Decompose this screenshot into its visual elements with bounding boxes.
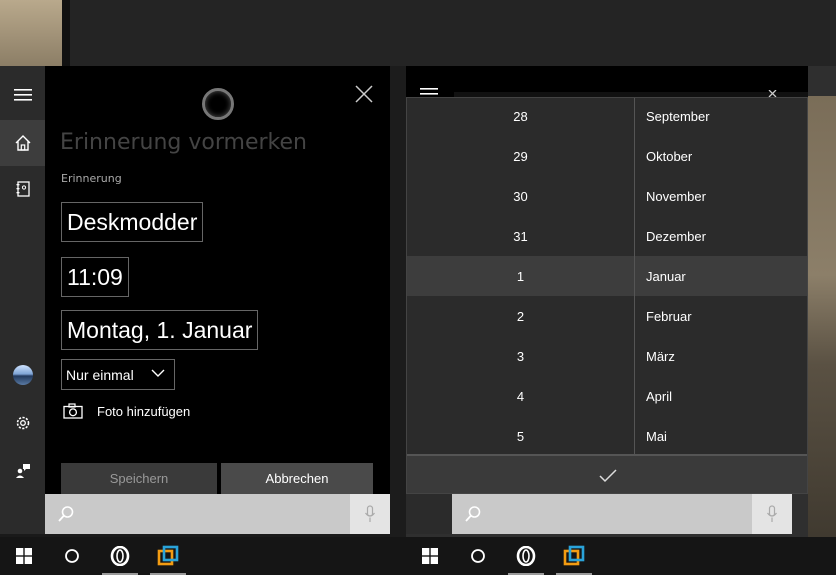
taskbar-opera[interactable]	[96, 537, 144, 575]
month-item[interactable]: April	[635, 376, 807, 416]
day-item[interactable]: 28	[407, 98, 634, 136]
feedback-icon	[15, 464, 30, 478]
search-icon	[58, 506, 74, 522]
sidebar-stub	[406, 494, 452, 534]
sidebar-item-notebook[interactable]	[0, 166, 45, 212]
sidebar-item-home[interactable]	[0, 120, 45, 166]
day-item[interactable]: 4	[407, 376, 634, 416]
microphone-icon	[767, 505, 777, 522]
reminder-date-field[interactable]: Montag, 1. Januar	[61, 310, 259, 350]
close-icon	[768, 90, 777, 97]
taskbar	[0, 537, 406, 575]
start-button[interactable]	[406, 537, 454, 575]
desktop-wallpaper-strip	[62, 0, 70, 66]
start-button[interactable]	[0, 537, 48, 575]
reminder-title-field[interactable]: Deskmodder	[61, 202, 204, 242]
checkmark-icon	[599, 468, 617, 482]
microphone-icon	[365, 505, 375, 522]
sidebar-item-settings[interactable]	[0, 400, 45, 446]
notebook-icon	[16, 181, 30, 197]
cortana-sidebar	[0, 66, 45, 544]
month-item[interactable]: Mai	[635, 416, 807, 456]
month-item[interactable]: März	[635, 336, 807, 376]
desktop-wallpaper-photo	[808, 96, 836, 544]
month-item[interactable]: Februar	[635, 296, 807, 336]
search-icon	[465, 506, 481, 522]
home-icon	[15, 135, 30, 151]
repeat-dropdown[interactable]: Nur einmal	[61, 359, 175, 390]
reminder-panel: Erinnerung vormerken Erinnerung Deskmodd…	[45, 66, 390, 494]
cortana-circle-icon	[471, 549, 485, 563]
day-item[interactable]: 31	[407, 216, 634, 256]
month-column[interactable]: September Oktober November Dezember Januar Fe…	[635, 98, 807, 456]
day-item[interactable]: 5	[407, 416, 634, 456]
day-item-selected[interactable]: 1	[407, 256, 634, 296]
vmware-icon	[563, 545, 585, 566]
windows-start-icon	[422, 548, 438, 564]
opera-icon	[516, 546, 536, 566]
cortana-circle-icon	[65, 549, 79, 563]
taskbar-vmware[interactable]	[144, 537, 192, 575]
cortana-ring-icon	[202, 88, 234, 120]
microphone-button[interactable]	[752, 494, 792, 534]
avatar	[12, 365, 33, 385]
sidebar-item-feedback[interactable]	[0, 448, 45, 494]
section-label: Erinnerung	[61, 172, 122, 185]
reminder-heading: Erinnerung vormerken	[60, 130, 307, 155]
taskbar-2	[406, 537, 836, 575]
save-button[interactable]: Speichern	[61, 463, 217, 494]
reminder-time-field[interactable]: 11:09	[61, 257, 129, 297]
taskbar-opera[interactable]	[502, 537, 550, 575]
month-item-selected[interactable]: Januar	[635, 256, 807, 296]
gear-icon	[16, 416, 29, 430]
month-item[interactable]: Dezember	[635, 216, 807, 256]
opera-icon	[110, 546, 130, 566]
microphone-button[interactable]	[350, 494, 390, 534]
close-icon[interactable]	[354, 84, 374, 104]
sidebar-avatar-button[interactable]	[0, 352, 45, 398]
add-photo-button[interactable]: Foto hinzufügen	[63, 403, 190, 419]
cancel-button[interactable]: Abbrechen	[221, 463, 373, 494]
confirm-button[interactable]	[407, 454, 807, 493]
vmware-icon	[157, 545, 179, 566]
month-item[interactable]: November	[635, 176, 807, 216]
day-column[interactable]: 28 29 30 31 1 2 3 4 5	[407, 98, 634, 454]
camera-icon	[63, 403, 83, 419]
month-item[interactable]: September	[635, 98, 807, 136]
day-item[interactable]: 29	[407, 136, 634, 176]
cortana-search-bar[interactable]	[45, 494, 390, 534]
day-item[interactable]: 3	[407, 336, 634, 376]
day-item[interactable]: 2	[407, 296, 634, 336]
repeat-dropdown-value: Nur einmal	[66, 366, 134, 383]
reminder-panel-behind	[406, 66, 808, 97]
taskbar-vmware[interactable]	[550, 537, 598, 575]
windows-start-icon	[16, 548, 32, 564]
month-item[interactable]: Oktober	[635, 136, 807, 176]
cortana-search-bar-2[interactable]	[452, 494, 792, 534]
desktop-gap	[390, 66, 406, 544]
desktop-wallpaper-piece	[0, 0, 62, 66]
add-photo-label: Foto hinzufügen	[97, 403, 191, 419]
day-item[interactable]: 30	[407, 176, 634, 216]
hamburger-icon	[420, 88, 438, 95]
desktop-background	[0, 0, 836, 66]
hamburger-button[interactable]	[0, 72, 45, 118]
hamburger-icon	[13, 89, 32, 101]
date-picker-flyout: 28 29 30 31 1 2 3 4 5 September Oktober November De…	[406, 97, 808, 494]
chevron-down-icon	[151, 369, 165, 377]
cortana-button[interactable]	[48, 537, 96, 575]
cortana-button[interactable]	[454, 537, 502, 575]
